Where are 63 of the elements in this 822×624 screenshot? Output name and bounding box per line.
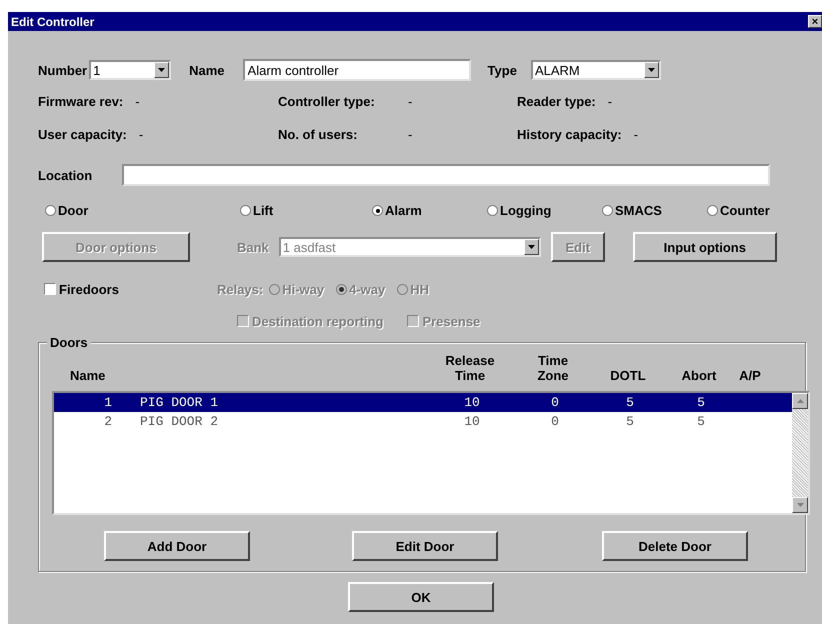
checkbox-label: Presense (422, 314, 480, 328)
info-value: - (408, 94, 412, 109)
radio-label: SMACS (615, 203, 662, 218)
info-label: No. of users: (278, 127, 358, 142)
list-row[interactable]: 1 PIG DOOR 1 10 0 5 5 (54, 393, 792, 412)
list-row[interactable]: 2 PIG DOOR 2 10 0 5 5 (54, 412, 792, 431)
dropdown-arrow-icon (158, 68, 166, 72)
radio-label: Logging (500, 203, 552, 218)
group-title: Doors (47, 335, 91, 350)
button[interactable]: Delete Door (602, 531, 748, 561)
window-title: Edit Controller (11, 14, 94, 28)
info-label: User capacity: (38, 127, 127, 142)
ok-button[interactable]: OK (348, 582, 494, 612)
radio-label: Door (58, 203, 88, 218)
column-header: Abort (682, 368, 716, 383)
dropdown[interactable]: 1 (89, 60, 172, 80)
location-field[interactable] (122, 164, 770, 186)
radio-button[interactable] (372, 205, 383, 216)
checkbox[interactable] (44, 283, 56, 295)
radio-label: Hi-way (282, 282, 324, 296)
radio-label: HH (410, 282, 430, 296)
info-value: - (135, 94, 140, 109)
dropdown[interactable]: ALARM (530, 60, 661, 80)
field-label: Number (38, 62, 88, 78)
column-header: Release Time (444, 353, 496, 383)
dropdown-arrow-icon (648, 68, 655, 72)
checkbox-label: Destination reporting (252, 314, 384, 328)
up-arrow-icon (796, 399, 804, 403)
radio-label: Counter (720, 203, 770, 218)
field-label: Location (38, 168, 92, 182)
info-value: - (634, 127, 638, 142)
field-label: Type (488, 62, 517, 78)
checkbox-label: Firedoors (59, 282, 119, 296)
radio-label: Lift (253, 203, 274, 218)
info-value: - (138, 127, 144, 142)
radio-label: Alarm (385, 203, 422, 218)
button[interactable]: Add Door (104, 531, 250, 561)
dropdown-arrow-icon (528, 245, 535, 249)
radio-button[interactable] (487, 205, 498, 216)
radio-button[interactable] (45, 205, 56, 216)
button[interactable]: Input options (632, 232, 777, 262)
info-label: Firmware rev: (38, 94, 124, 109)
column-header: Name (69, 368, 106, 383)
dropdown-arrow-icon (796, 503, 804, 507)
button[interactable]: Edit Door (352, 531, 498, 561)
field-label: Name (189, 62, 225, 78)
radio-button[interactable] (602, 205, 613, 216)
info-label: Controller type: (278, 94, 376, 109)
radio-label: 4-way (349, 282, 386, 296)
radio-button[interactable] (707, 205, 718, 216)
column-header: DOTL (610, 368, 646, 383)
field-label: Bank (237, 240, 269, 254)
info-label: History capacity: (517, 127, 622, 142)
column-header: Time Zone (536, 353, 570, 383)
column-header: A/P (739, 368, 761, 383)
info-value: - (608, 94, 612, 109)
radio-button[interactable] (240, 205, 251, 216)
scrollbar[interactable] (792, 393, 808, 513)
close-button[interactable]: × (808, 15, 822, 28)
info-label: Reader type: (517, 94, 596, 109)
relays-label: Relays: (216, 282, 264, 296)
info-value: - (408, 127, 412, 142)
name-field[interactable]: Alarm controller (242, 59, 471, 81)
